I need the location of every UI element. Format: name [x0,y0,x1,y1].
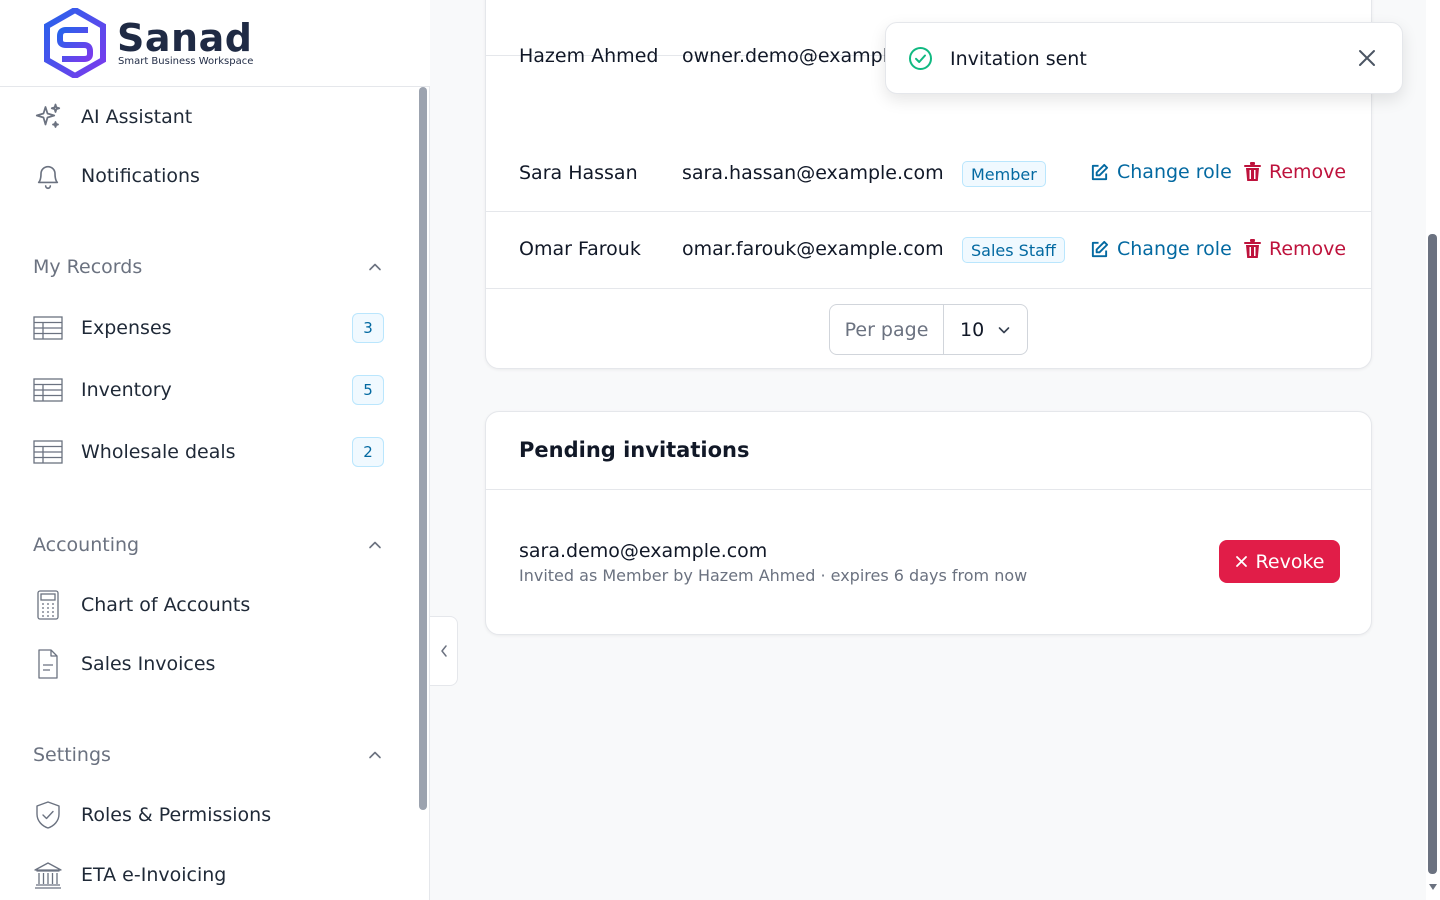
pending-invitations-card: Pending invitations sara.demo@example.co… [485,411,1372,635]
sidebar-item-notifications[interactable]: Notifications [32,154,392,198]
role-badge: Sales Staff [962,237,1065,263]
sidebar-item-label: Expenses [81,317,172,339]
per-page-label: Per page [830,305,944,354]
sidebar-item-eta-e-invoicing[interactable]: ETA e-Invoicing [32,853,392,897]
sparkles-icon [32,101,64,133]
section-accounting-header[interactable]: Accounting [33,530,383,560]
change-role-button[interactable]: Change role [1090,238,1232,260]
member-name: Sara Hassan [519,162,638,184]
member-name: Hazem Ahmed [519,45,659,67]
sidebar-item-ai-assistant[interactable]: AI Assistant [32,95,392,139]
role-badge: Member [962,161,1046,187]
chevron-up-icon [369,541,381,549]
sidebar-item-inventory[interactable]: Inventory 5 [32,368,392,412]
table-row: Sara Hassan sara.hassan@example.com Memb… [486,135,1371,212]
sidebar-item-label: Wholesale deals [81,441,236,463]
calculator-icon [32,589,64,621]
toast-message: Invitation sent [950,48,1087,70]
count-badge: 5 [352,375,384,405]
trash-icon [1244,239,1261,258]
revoke-label: Revoke [1255,550,1325,573]
bell-icon [32,160,64,192]
remove-label: Remove [1269,238,1347,260]
sidebar-item-label: ETA e-Invoicing [81,864,227,886]
section-settings-header[interactable]: Settings [33,740,383,770]
document-icon [32,648,64,680]
revoke-button[interactable]: Revoke [1219,540,1340,583]
count-badge: 3 [352,313,384,343]
table-icon [32,312,64,344]
change-role-button[interactable]: Change role [1090,161,1232,183]
count-badge: 2 [352,437,384,467]
remove-member-button[interactable]: Remove [1244,238,1346,260]
scroll-down-arrow-icon[interactable] [1429,884,1437,890]
sidebar-item-label: Sales Invoices [81,653,216,675]
sidebar-item-label: Chart of Accounts [81,594,251,616]
sidebar-item-label: Inventory [81,379,172,401]
brand-name: Sanad [117,16,253,60]
edit-icon [1091,240,1109,257]
sanad-logo-icon [44,8,106,78]
close-icon [1235,556,1247,567]
sidebar: Sanad Smart Business Workspace AI Assist… [0,0,430,900]
brand-tagline: Smart Business Workspace [118,56,254,67]
chevron-up-icon [369,751,381,759]
table-icon [32,374,64,406]
remove-member-button[interactable]: Remove [1244,161,1346,183]
trash-icon [1244,162,1261,181]
sidebar-scrollbar-thumb[interactable] [419,87,427,810]
logo-bar: Sanad Smart Business Workspace [0,0,430,87]
close-toast-icon[interactable] [1356,47,1378,69]
sidebar-item-label: AI Assistant [81,106,193,128]
per-page-control: Per page 10 [829,304,1028,355]
check-circle-icon [909,47,932,70]
edit-icon [1091,163,1109,180]
sidebar-scrollbar[interactable] [418,87,428,900]
member-email: omar.farouk@example.com [682,238,944,260]
invitation-meta: Invited as Member by Hazem Ahmed · expir… [519,566,1028,585]
page-scrollbar[interactable] [1426,0,1440,900]
member-email: sara.hassan@example.com [682,162,944,184]
table-icon [32,436,64,468]
shield-check-icon [32,799,64,831]
sidebar-item-roles-permissions[interactable]: Roles & Permissions [32,793,392,837]
table-row: Omar Farouk omar.farouk@example.com Sale… [486,212,1371,289]
divider [486,489,1371,490]
pending-invitations-title: Pending invitations [519,438,750,462]
member-name: Omar Farouk [519,238,641,260]
chevron-up-icon [369,263,381,271]
change-role-label: Change role [1117,238,1232,260]
remove-label: Remove [1269,161,1347,183]
section-title: Settings [33,744,111,766]
main-content: Hazem Ahmed owner.demo@example.com Owner… [431,0,1426,900]
sidebar-item-label: Roles & Permissions [81,804,272,826]
sidebar-item-label: Notifications [81,165,200,187]
sidebar-item-chart-of-accounts[interactable]: Chart of Accounts [32,583,392,627]
invitation-email: sara.demo@example.com [519,540,768,562]
per-page-select[interactable]: 10 [944,319,1027,341]
sidebar-item-sales-invoices[interactable]: Sales Invoices [32,642,392,686]
sidebar-item-wholesale-deals[interactable]: Wholesale deals 2 [32,430,392,474]
per-page-value: 10 [960,318,985,341]
sidebar-nav: AI Assistant Notifications My Records Ex… [0,88,418,900]
toast-notification: Invitation sent [885,22,1403,94]
bank-icon [32,859,64,891]
page-scrollbar-thumb[interactable] [1428,234,1437,874]
chevron-down-icon [998,326,1010,333]
section-title: My Records [33,256,143,278]
sidebar-item-expenses[interactable]: Expenses 3 [32,306,392,350]
change-role-label: Change role [1117,161,1232,183]
section-my-records-header[interactable]: My Records [33,252,383,282]
section-title: Accounting [33,534,140,556]
